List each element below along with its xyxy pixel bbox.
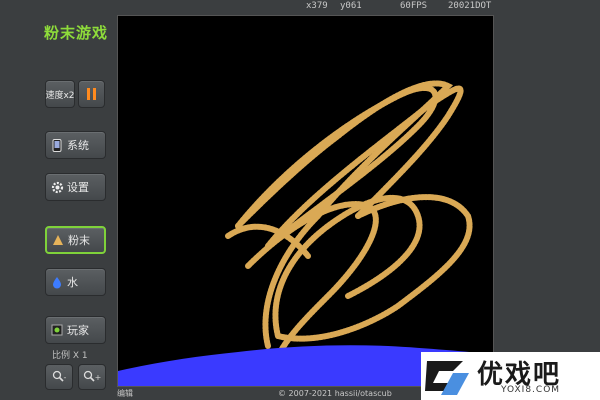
zoom-out-button[interactable]: - — [45, 364, 73, 390]
cursor-y-readout: y061 — [340, 1, 362, 11]
watermark-url: YOXI8.COM — [501, 385, 561, 395]
water-button[interactable]: 水 — [45, 268, 106, 296]
zoom-out-label: - — [63, 372, 67, 382]
sandbox-scene — [118, 80, 493, 386]
gear-icon — [50, 180, 64, 194]
dot-count-readout: 20021DOT — [448, 1, 492, 11]
system-button[interactable]: 系统 — [45, 131, 106, 159]
phone-icon — [50, 138, 64, 152]
settings-button[interactable]: 设置 — [45, 173, 106, 201]
watermark-logo: 优戏吧 YOXI8.COM — [421, 352, 600, 400]
water-label: 水 — [67, 276, 78, 289]
simulation-canvas[interactable] — [117, 15, 494, 387]
status-bar: x379 y061 60FPS 20021DOT — [300, 1, 600, 15]
water-drop-icon — [50, 275, 64, 289]
player-button[interactable]: 玩家 — [45, 316, 106, 344]
sidebar: 粉末游戏 速度x2 系统 设置 粉末 水 玩家 比例 X 1 - + — [0, 0, 115, 400]
cursor-x-readout: x379 — [306, 1, 328, 11]
speed-button[interactable]: 速度x2 — [45, 80, 75, 108]
pause-button[interactable] — [78, 80, 105, 108]
zoom-in-button[interactable]: + — [78, 364, 106, 390]
fps-readout: 60FPS — [400, 1, 428, 11]
settings-label: 设置 — [67, 181, 89, 194]
powder-button[interactable]: 粉末 — [45, 226, 106, 254]
copyright-text: © 2007-2021 hassii/otascub — [278, 389, 392, 398]
player-icon — [50, 323, 64, 337]
speed-label: 速度x2 — [45, 90, 75, 101]
magnifier-minus-icon — [52, 370, 64, 384]
magnifier-plus-icon — [83, 370, 95, 384]
app-title: 粉末游戏 — [44, 24, 109, 42]
scale-label: 比例 X 1 — [52, 351, 88, 361]
powder-label: 粉末 — [68, 234, 90, 247]
powder-pile-icon — [51, 233, 65, 247]
edit-label: 编辑 — [117, 389, 133, 398]
pause-icon — [87, 88, 96, 100]
watermark-mark-icon — [425, 361, 469, 395]
zoom-in-label: + — [94, 372, 102, 382]
player-label: 玩家 — [67, 324, 89, 337]
system-label: 系统 — [67, 139, 89, 152]
